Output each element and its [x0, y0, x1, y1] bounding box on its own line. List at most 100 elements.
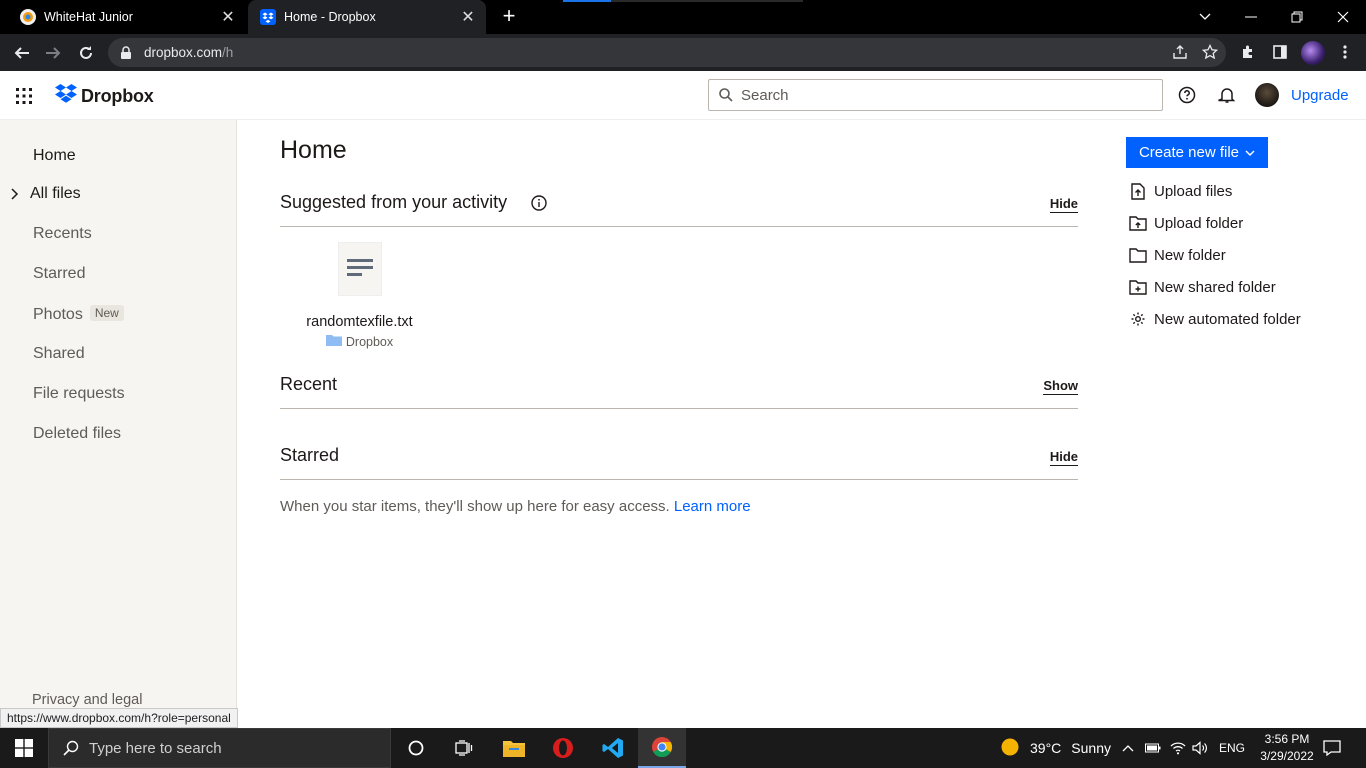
action-label: Upload folder: [1154, 214, 1244, 232]
weather-widget[interactable]: 39°C Sunny: [1000, 728, 1111, 768]
battery-icon[interactable]: [1145, 728, 1161, 768]
hide-suggested-button[interactable]: Hide: [1049, 196, 1078, 213]
chevron-right-icon[interactable]: [9, 187, 19, 200]
close-tab-icon[interactable]: ✕: [220, 9, 236, 26]
forward-button[interactable]: [40, 40, 66, 66]
new-tab-button[interactable]: +: [498, 5, 520, 28]
upload-folder-action[interactable]: Upload folder: [1129, 214, 1243, 232]
taskbar-search-box[interactable]: Type here to search: [48, 728, 391, 768]
action-label: New automated folder: [1154, 310, 1301, 328]
browser-tab-strip: WhiteHat Junior ✕ Home - Dropbox ✕ +: [0, 0, 1366, 34]
show-hidden-icons-chevron-icon[interactable]: [1122, 728, 1134, 768]
url-text: dropbox.com/h: [144, 45, 234, 60]
cortana-icon[interactable]: [392, 728, 440, 768]
search-input[interactable]: [741, 86, 1141, 104]
close-tab-icon[interactable]: ✕: [460, 9, 476, 26]
action-label: New shared folder: [1154, 278, 1276, 296]
file-location: Dropbox: [297, 334, 422, 349]
logo-text: Dropbox: [81, 86, 154, 106]
browser-menu-icon[interactable]: [1335, 42, 1355, 62]
restore-window-button[interactable]: [1274, 0, 1320, 34]
reload-button[interactable]: [73, 40, 99, 66]
dropbox-logo[interactable]: Dropbox: [55, 84, 154, 109]
sidebar-item-recents[interactable]: Recents: [33, 225, 92, 243]
system-clock[interactable]: 3:56 PM 3/29/2022: [1254, 731, 1320, 765]
weather-temperature: 39°C: [1030, 740, 1062, 756]
new-automated-folder-action[interactable]: New automated folder: [1129, 310, 1301, 328]
chrome-icon[interactable]: [638, 728, 686, 768]
main-content: Home Suggested from your activity Hide r…: [237, 120, 1107, 728]
privacy-and-legal-link[interactable]: Privacy and legal: [32, 692, 142, 708]
address-bar[interactable]: dropbox.com/h: [108, 38, 1226, 67]
shared-folder-icon: [1129, 278, 1147, 296]
starred-section-header: Starred Hide: [280, 441, 1078, 480]
lock-icon[interactable]: [120, 45, 134, 60]
create-new-file-button[interactable]: Create new file: [1126, 137, 1268, 168]
task-view-icon[interactable]: [440, 728, 488, 768]
tab-search-chevron-icon[interactable]: [1182, 0, 1228, 34]
account-avatar[interactable]: [1255, 83, 1279, 107]
minimize-window-button[interactable]: [1228, 0, 1274, 34]
show-recent-button[interactable]: Show: [1043, 378, 1078, 395]
file-location-label: Dropbox: [345, 334, 394, 349]
back-button[interactable]: [9, 40, 35, 66]
dropbox-favicon-icon: [260, 9, 276, 25]
starred-empty-message: When you star items, they'll show up her…: [280, 498, 751, 515]
new-shared-folder-action[interactable]: New shared folder: [1129, 278, 1276, 296]
info-icon[interactable]: [531, 195, 547, 211]
file-explorer-icon[interactable]: [490, 728, 538, 768]
sidebar-item-deleted-files[interactable]: Deleted files: [33, 425, 121, 443]
dropbox-logo-icon: [55, 84, 77, 109]
help-icon[interactable]: [1178, 86, 1196, 104]
clock-date: 3/29/2022: [1260, 749, 1314, 763]
gear-icon: [1129, 310, 1147, 328]
close-window-button[interactable]: [1320, 0, 1366, 34]
sidebar-item-photos[interactable]: Photos New: [33, 305, 124, 324]
tab-home-dropbox[interactable]: Home - Dropbox ✕: [248, 0, 486, 34]
sidebar-item-home[interactable]: Home: [33, 147, 76, 165]
windows-taskbar: Type here to search 39°C Sunny ENG 3:56 …: [0, 728, 1366, 768]
page-title: Home: [280, 136, 347, 164]
notification-center-icon[interactable]: [1322, 738, 1342, 758]
section-title: Starred: [280, 445, 340, 465]
sidebar-item-all-files[interactable]: All files: [30, 185, 81, 203]
sidebar-item-starred[interactable]: Starred: [33, 265, 85, 283]
link-status-bubble: https://www.dropbox.com/h?role=personal: [0, 708, 238, 728]
search-icon: [63, 740, 79, 756]
side-panel-icon[interactable]: [1270, 42, 1290, 62]
weather-condition: Sunny: [1071, 740, 1111, 756]
tab-whitehat-junior[interactable]: WhiteHat Junior ✕: [8, 0, 246, 34]
language-indicator[interactable]: ENG: [1219, 728, 1245, 768]
upload-file-icon: [1129, 182, 1147, 200]
folder-icon: [1129, 246, 1147, 264]
sidebar-item-file-requests[interactable]: File requests: [33, 385, 125, 403]
notifications-bell-icon[interactable]: [1218, 86, 1236, 104]
action-label: New folder: [1154, 246, 1226, 264]
learn-more-link[interactable]: Learn more: [674, 498, 751, 515]
volume-icon[interactable]: [1192, 728, 1208, 768]
search-icon: [719, 88, 733, 102]
recent-section-header: Recent Show: [280, 370, 1078, 409]
section-title: Suggested from your activity: [280, 192, 508, 212]
chevron-down-icon: [1245, 144, 1255, 161]
upload-files-action[interactable]: Upload files: [1129, 182, 1232, 200]
vscode-icon[interactable]: [589, 728, 637, 768]
starred-empty-text: When you star items, they'll show up her…: [280, 498, 670, 515]
upgrade-link[interactable]: Upgrade: [1291, 87, 1349, 104]
app-switcher-grid-icon[interactable]: [16, 88, 32, 104]
folder-icon: [325, 334, 342, 349]
suggested-file-card[interactable]: randomtexfile.txt Dropbox: [297, 242, 422, 349]
browser-profile-avatar[interactable]: [1301, 41, 1325, 65]
section-title: Recent: [280, 374, 338, 394]
opera-browser-icon[interactable]: [539, 728, 587, 768]
extensions-puzzle-icon[interactable]: [1238, 42, 1258, 62]
share-icon[interactable]: [1172, 44, 1188, 65]
hide-starred-button[interactable]: Hide: [1049, 449, 1078, 466]
wifi-icon[interactable]: [1170, 728, 1186, 768]
new-folder-action[interactable]: New folder: [1129, 246, 1226, 264]
search-box[interactable]: [708, 79, 1163, 111]
sidebar-item-shared[interactable]: Shared: [33, 345, 85, 363]
sidebar-nav: Home All files Recents Starred Photos New…: [0, 120, 237, 728]
bookmark-star-icon[interactable]: [1201, 43, 1219, 65]
windows-start-button[interactable]: [0, 728, 48, 768]
